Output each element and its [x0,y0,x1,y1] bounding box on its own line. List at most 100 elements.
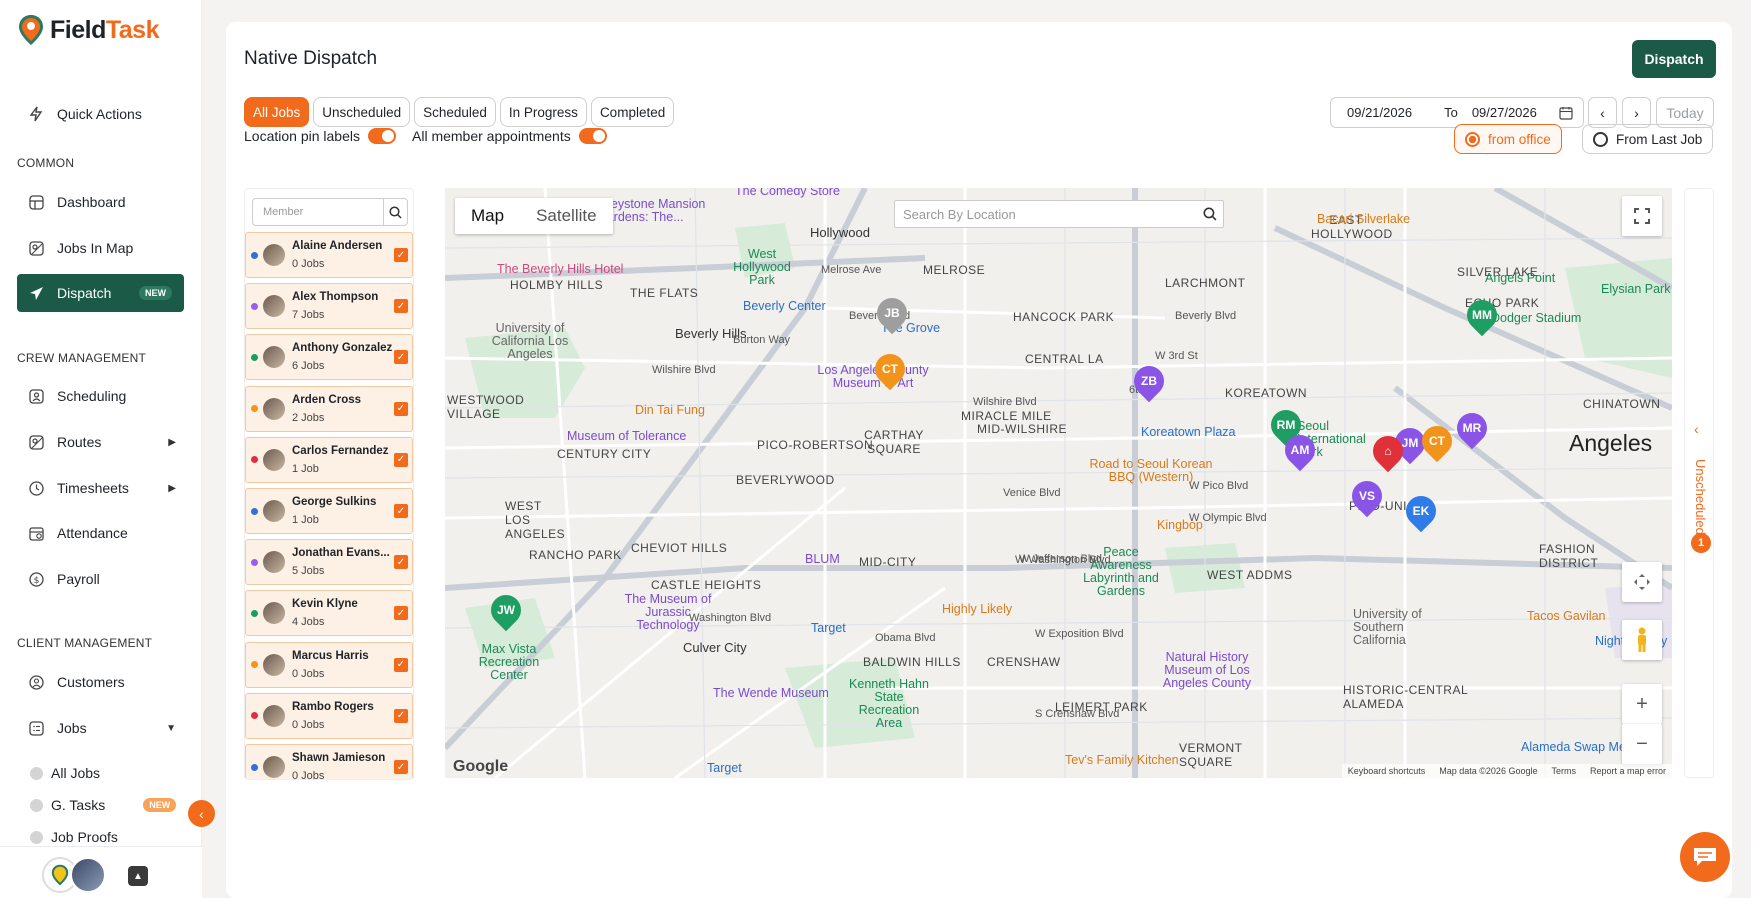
from-office-option[interactable]: from office [1454,124,1562,154]
poi-comedy-store[interactable]: The Comedy Store [735,188,840,198]
member-checkbox[interactable]: ✓ [394,760,408,774]
member-row[interactable]: Jonathan Evans... 5 Jobs ✓ [245,539,413,586]
expand-up-icon[interactable]: ▲ [128,866,148,886]
member-checkbox[interactable]: ✓ [394,350,408,365]
keyboard-shortcuts-link[interactable]: Keyboard shortcuts [1348,766,1426,776]
poi-museum-of-tolerance[interactable]: Museum of Tolerance [567,429,686,443]
filter-in-progress[interactable]: In Progress [499,97,587,127]
unscheduled-panel-tab[interactable]: ‹ Unscheduled 1 [1684,188,1714,778]
poi-greystone-mansion[interactable]: Greystone Mansion Gardens: The... [597,198,717,224]
member-checkbox[interactable]: ✓ [394,401,408,416]
nav-payroll[interactable]: $ Payroll [17,560,184,598]
date-to[interactable]: 09/27/2026 [1472,105,1537,120]
poi-target-2[interactable]: Target [707,761,742,775]
collapse-sidebar-button[interactable]: ‹ [188,800,215,827]
poi-max-vista[interactable]: Max Vista Recreation Center [459,643,559,682]
member-row[interactable]: Carlos Fernandez 1 Job ✓ [245,436,413,483]
poi-blum[interactable]: BLUM [805,552,840,566]
map-pin[interactable]: MM [1460,293,1504,338]
search-icon[interactable] [383,199,407,225]
sub-g-tasks[interactable]: G. Tasks NEW [30,797,177,813]
poi-west-hollywood-park[interactable]: West Hollywood Park [727,248,797,287]
member-checkbox[interactable]: ✓ [394,248,408,262]
fieldtask-logo[interactable]: FieldTask [18,14,159,46]
date-from[interactable]: 09/21/2026 [1347,105,1412,120]
member-row[interactable]: Rambo Rogers 0 Jobs ✓ [245,692,413,739]
map-pin-office[interactable]: ⌂ [1366,429,1410,474]
member-checkbox[interactable]: ✓ [394,657,408,672]
filter-scheduled[interactable]: Scheduled [414,97,496,127]
poi-tevs-family-kitchen[interactable]: Tev's Family Kitchen [1065,753,1179,767]
member-row[interactable]: Anthony Gonzalez 6 Jobs ✓ [245,334,413,381]
location-pin-labels-toggle[interactable] [367,128,396,144]
filter-all-jobs[interactable]: All Jobs [244,97,310,127]
poi-alameda-swap-meet[interactable]: Alameda Swap Meet [1521,740,1636,754]
report-map-error-link[interactable]: Report a map error [1590,766,1666,776]
poi-din-tai-fung[interactable]: Din Tai Fung [635,403,705,417]
member-row[interactable]: Alex Thompson 7 Jobs ✓ [245,283,413,330]
nav-routes[interactable]: Routes ▶ [17,423,184,461]
poi-koreatown-plaza[interactable]: Koreatown Plaza [1141,425,1236,439]
poi-beverly-center[interactable]: Beverly Center [743,299,826,313]
sub-job-proofs[interactable]: Job Proofs [30,829,118,845]
member-row[interactable]: Kevin Klyne 4 Jobs ✓ [245,590,413,637]
nav-scheduling[interactable]: Scheduling [17,377,184,415]
poi-angels-point[interactable]: Angels Point [1485,271,1555,285]
poi-elysian-park[interactable]: Elysian Park [1601,282,1670,296]
member-checkbox[interactable]: ✓ [394,555,408,570]
poi-usc[interactable]: University of Southern California [1353,608,1433,647]
from-last-job-option[interactable]: From Last Job [1582,124,1714,154]
poi-beverly-hills-hotel[interactable]: The Beverly Hills Hotel [497,262,623,276]
all-member-appointments-toggle[interactable] [578,128,607,144]
map-pin[interactable]: JB [870,291,914,336]
poi-tacos-gavilan[interactable]: Tacos Gavilan [1527,609,1606,623]
poi-kenneth-hahn[interactable]: Kenneth Hahn State Recreation Area [847,678,931,730]
member-row[interactable]: Alaine Andersen 0 Jobs ✓ [245,232,413,278]
pegman-icon[interactable] [1622,620,1662,660]
member-checkbox[interactable]: ✓ [394,452,408,467]
member-checkbox[interactable]: ✓ [394,606,408,621]
map-pin[interactable]: CT [1415,419,1459,464]
map-type-map-button[interactable]: Map [455,198,520,234]
map[interactable]: Hollywood HOLMBY HILLS THE FLATS Beverly… [445,188,1672,778]
nav-customers[interactable]: Customers [17,663,184,701]
terms-link[interactable]: Terms [1551,766,1576,776]
poi-bacari-silverlake[interactable]: Bacari Silverlake [1317,212,1410,226]
nav-jobs[interactable]: Jobs ▼ [17,709,184,747]
nav-dispatch[interactable]: Dispatch NEW [17,274,184,312]
map-pin[interactable]: VS [1345,474,1389,519]
zoom-out-icon[interactable]: − [1622,724,1662,764]
chevron-left-icon[interactable]: ‹ [1694,421,1699,437]
nav-quick-actions[interactable]: Quick Actions [17,95,184,133]
member-row[interactable]: Shawn Jamieson 0 Jobs ✓ [245,744,413,779]
chat-button[interactable] [1680,832,1730,882]
filter-unscheduled[interactable]: Unscheduled [313,97,411,127]
avatar-group[interactable] [42,857,106,893]
map-pin[interactable]: ZB [1127,359,1171,404]
fullscreen-icon[interactable] [1622,196,1662,236]
zoom-in-icon[interactable]: + [1622,684,1662,724]
dispatch-button[interactable]: Dispatch [1632,40,1716,78]
poi-wende-museum[interactable]: The Wende Museum [713,686,829,700]
map-pin[interactable]: CT [868,347,912,392]
nav-attendance[interactable]: Attendance [17,514,184,552]
nav-timesheets[interactable]: Timesheets ▶ [17,469,184,507]
poi-natural-history-museum[interactable]: Natural History Museum of Los Angeles Co… [1147,651,1267,690]
nav-jobs-in-map[interactable]: Jobs In Map [17,229,184,267]
nav-dashboard[interactable]: Dashboard [17,183,184,221]
map-pin[interactable]: JW [484,588,528,633]
map-type-satellite-button[interactable]: Satellite [520,198,612,234]
poi-dodger-stadium[interactable]: Dodger Stadium [1491,311,1581,325]
member-row[interactable]: George Sulkins 1 Job ✓ [245,488,413,534]
poi-target-1[interactable]: Target [811,621,846,635]
poi-ucla[interactable]: University of California Los Angeles [485,322,575,361]
filter-completed[interactable]: Completed [590,97,675,127]
map-pin[interactable]: MR [1450,406,1494,451]
map-location-search-input[interactable]: Search By Location [894,200,1224,228]
map-pan-icon[interactable] [1622,562,1662,602]
poi-highly-likely[interactable]: Highly Likely [942,602,1012,616]
map-pin[interactable]: AM [1278,428,1322,473]
member-checkbox[interactable]: ✓ [394,299,408,314]
sub-all-jobs[interactable]: All Jobs [30,765,100,781]
member-row[interactable]: Marcus Harris 0 Jobs ✓ [245,641,413,688]
